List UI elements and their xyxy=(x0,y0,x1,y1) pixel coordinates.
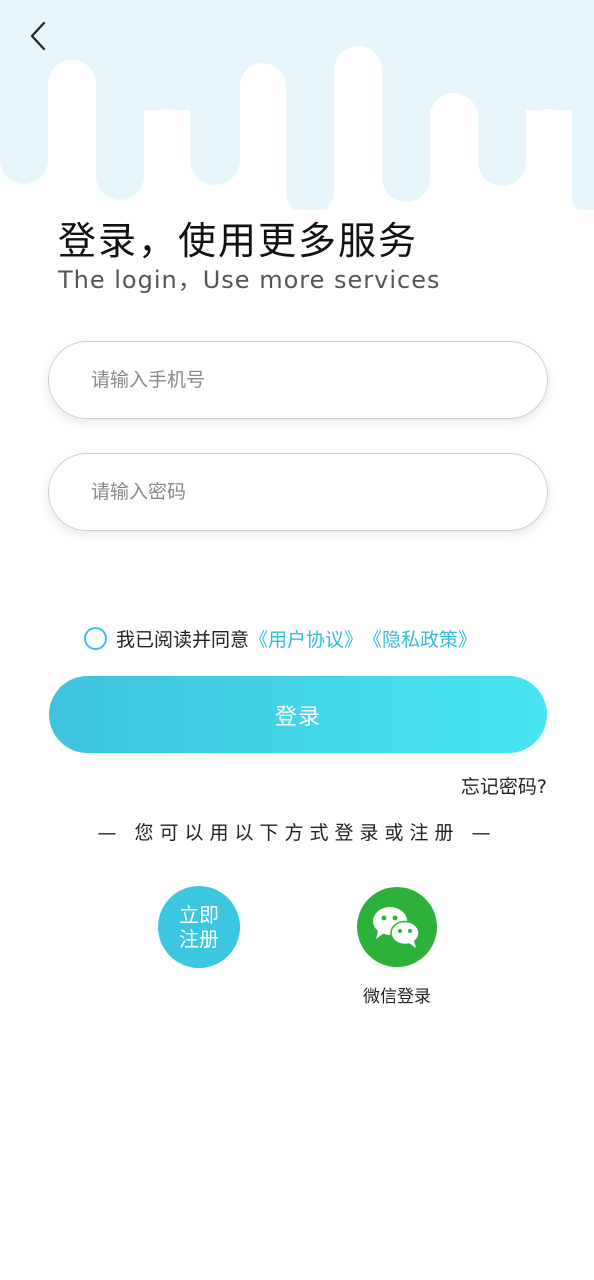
register-label-line1: 立即 xyxy=(179,903,219,927)
wechat-login-button[interactable] xyxy=(357,887,437,967)
back-button[interactable] xyxy=(18,16,58,56)
login-page: 登录，使用更多服务 The login，Use more services 我已… xyxy=(0,0,594,1280)
page-title: 登录，使用更多服务 xyxy=(58,219,419,263)
phone-input[interactable] xyxy=(49,342,547,418)
register-label-line2: 注册 xyxy=(179,927,219,951)
login-button[interactable]: 登录 xyxy=(49,676,547,753)
register-button[interactable]: 立即 注册 xyxy=(158,886,240,968)
password-input-wrapper xyxy=(48,453,548,531)
chevron-left-icon xyxy=(30,21,46,51)
alt-login-divider: — 您可以用以下方式登录或注册 — xyxy=(97,822,497,844)
user-agreement-link[interactable]: 《用户协议》 xyxy=(249,625,363,652)
page-subtitle: The login，Use more services xyxy=(58,266,441,294)
wechat-login-label: 微信登录 xyxy=(363,987,431,1007)
privacy-policy-link[interactable]: 《隐私政策》 xyxy=(363,625,477,652)
header-drip-decoration xyxy=(0,0,594,230)
phone-input-wrapper xyxy=(48,341,548,419)
password-input[interactable] xyxy=(49,454,547,530)
agreement-row: 我已阅读并同意 《用户协议》 《隐私政策》 xyxy=(84,624,477,652)
wechat-icon xyxy=(373,907,420,948)
agreement-text: 我已阅读并同意 xyxy=(116,628,250,651)
agreement-checkbox[interactable] xyxy=(84,626,107,650)
forgot-password-link[interactable]: 忘记密码? xyxy=(461,772,547,799)
